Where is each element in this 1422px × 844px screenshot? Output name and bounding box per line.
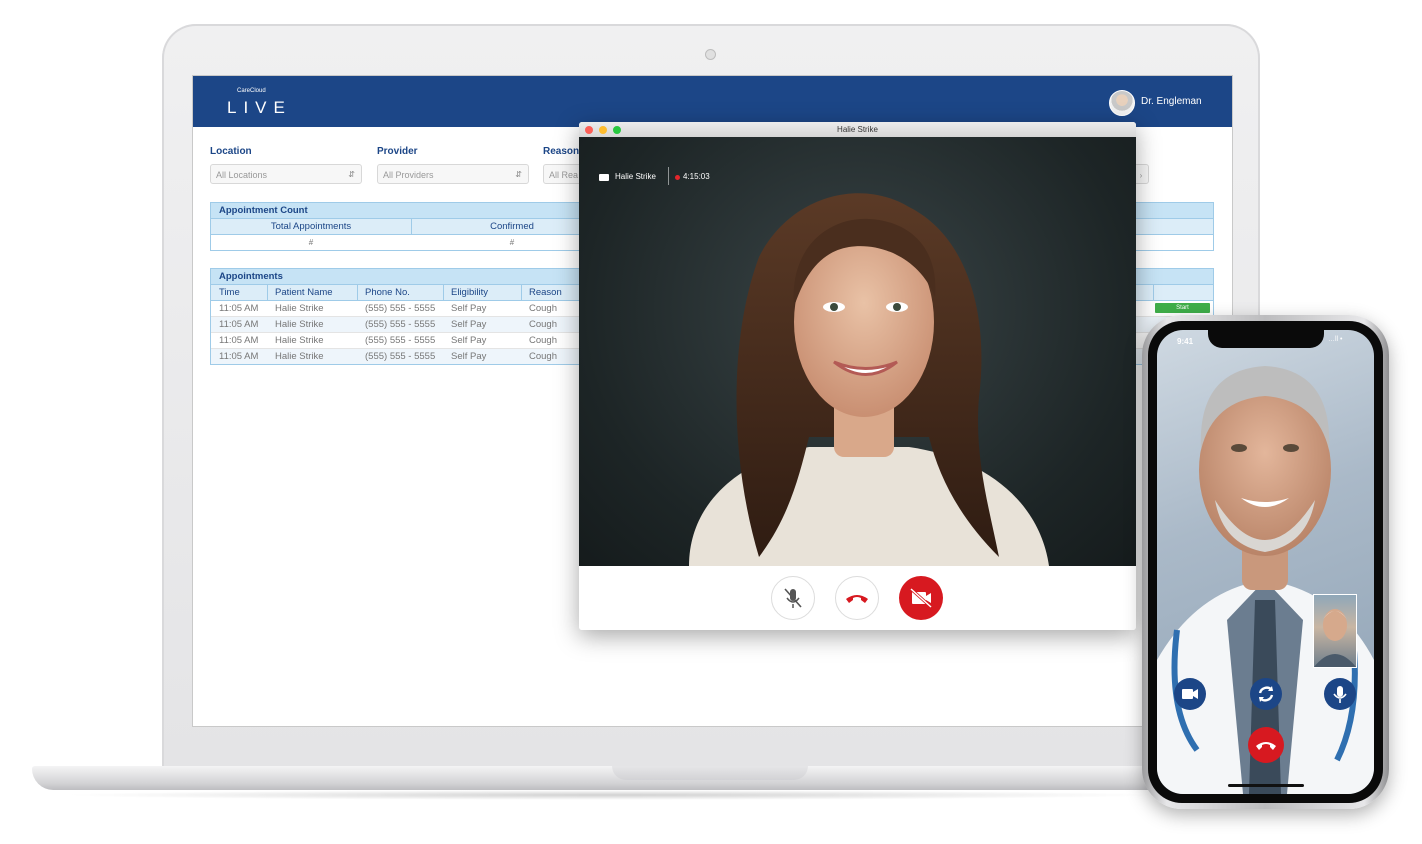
chevron-right-icon: › [1139, 171, 1143, 180]
caller-name: Halie Strike [615, 172, 656, 181]
row-eligibility: Self Pay [451, 335, 487, 346]
row-reason: Cough [529, 351, 557, 362]
row-time: 11:05 AM [219, 303, 259, 314]
brand-logo-small: CareCloud [237, 88, 266, 94]
col-time-header[interactable]: Time [219, 285, 240, 300]
webcam [705, 49, 716, 60]
self-view-image [1314, 609, 1356, 667]
select-arrows-icon: ⇵ [515, 170, 522, 179]
end-call-icon [1256, 742, 1276, 750]
row-patient: Halie Strike [275, 303, 324, 314]
start-button[interactable]: Start [1155, 303, 1210, 313]
end-call-button[interactable] [835, 576, 879, 620]
brand-logo[interactable]: LIVE [227, 98, 292, 118]
phone-screen [1157, 330, 1374, 794]
phone-status-icons: …ll • [1328, 336, 1343, 343]
total-appointments-value: # [308, 238, 314, 247]
phone-notch [1208, 330, 1324, 348]
row-reason: Cough [529, 303, 557, 314]
row-time: 11:05 AM [219, 319, 259, 330]
patient-video-image [689, 193, 1049, 566]
laptop-base-notch [612, 766, 808, 780]
mute-button[interactable] [771, 576, 815, 620]
row-phone: (555) 555 - 5555 [365, 335, 436, 346]
row-reason: Cough [529, 319, 557, 330]
window-title-bar[interactable]: Halie Strike [579, 122, 1136, 138]
location-select-value: All Locations [216, 170, 268, 180]
laptop-shadow [60, 790, 1160, 800]
row-phone: (555) 555 - 5555 [365, 351, 436, 362]
doctor-video-image [1157, 366, 1374, 794]
hud-divider [668, 167, 669, 185]
call-controls [579, 566, 1136, 630]
recording-dot-icon [675, 175, 680, 180]
location-select[interactable]: All Locations ⇵ [210, 164, 362, 184]
row-patient: Halie Strike [275, 351, 324, 362]
row-time: 11:05 AM [219, 335, 259, 346]
user-name[interactable]: Dr. Engleman [1141, 96, 1202, 107]
phone-home-indicator[interactable] [1228, 784, 1304, 787]
row-eligibility: Self Pay [451, 351, 487, 362]
app-header: CareCloud LIVE Dr. Engleman [193, 76, 1232, 127]
phone-mic-button[interactable] [1324, 678, 1356, 710]
phone-camera-button[interactable] [1174, 678, 1206, 710]
video-camera-icon [599, 174, 609, 181]
camera-off-icon [909, 587, 933, 609]
camera-toggle-button[interactable] [899, 576, 943, 620]
row-phone: (555) 555 - 5555 [365, 319, 436, 330]
provider-select[interactable]: All Providers ⇵ [377, 164, 529, 184]
col-eligibility-header[interactable]: Eligibility [451, 285, 488, 300]
row-eligibility: Self Pay [451, 303, 487, 314]
mic-muted-icon [784, 588, 802, 608]
reason-label: Reason [543, 146, 580, 157]
user-avatar[interactable] [1109, 90, 1135, 116]
col-phone-header[interactable]: Phone No. [365, 285, 410, 300]
col-reason-header[interactable]: Reason [529, 285, 562, 300]
microphone-icon [1333, 686, 1347, 703]
location-label: Location [210, 146, 252, 157]
phone-end-call-button[interactable] [1248, 727, 1284, 763]
total-appointments-header: Total Appointments [270, 221, 352, 232]
video-call-window: Halie Strike Halie Strike 4:15:03 [579, 122, 1136, 630]
video-camera-icon [1182, 689, 1198, 699]
row-phone: (555) 555 - 5555 [365, 303, 436, 314]
row-time: 11:05 AM [219, 351, 259, 362]
window-title: Halie Strike [837, 125, 878, 134]
select-arrows-icon: ⇵ [348, 170, 355, 179]
end-call-icon [846, 595, 868, 603]
phone-status-time: 9:41 [1177, 337, 1194, 346]
call-timer: 4:15:03 [683, 172, 710, 181]
row-eligibility: Self Pay [451, 319, 487, 330]
row-reason: Cough [529, 335, 557, 346]
reason-select-value: All Rea [549, 170, 579, 180]
row-patient: Halie Strike [275, 335, 324, 346]
switch-camera-icon [1258, 686, 1274, 702]
row-patient: Halie Strike [275, 319, 324, 330]
remote-video-feed: Halie Strike 4:15:03 [579, 137, 1136, 566]
provider-label: Provider [377, 146, 418, 157]
provider-select-value: All Providers [383, 170, 434, 180]
phone-switch-camera-button[interactable] [1250, 678, 1282, 710]
self-view-pip[interactable] [1313, 594, 1357, 668]
col-patient-header[interactable]: Patient Name [275, 285, 333, 300]
